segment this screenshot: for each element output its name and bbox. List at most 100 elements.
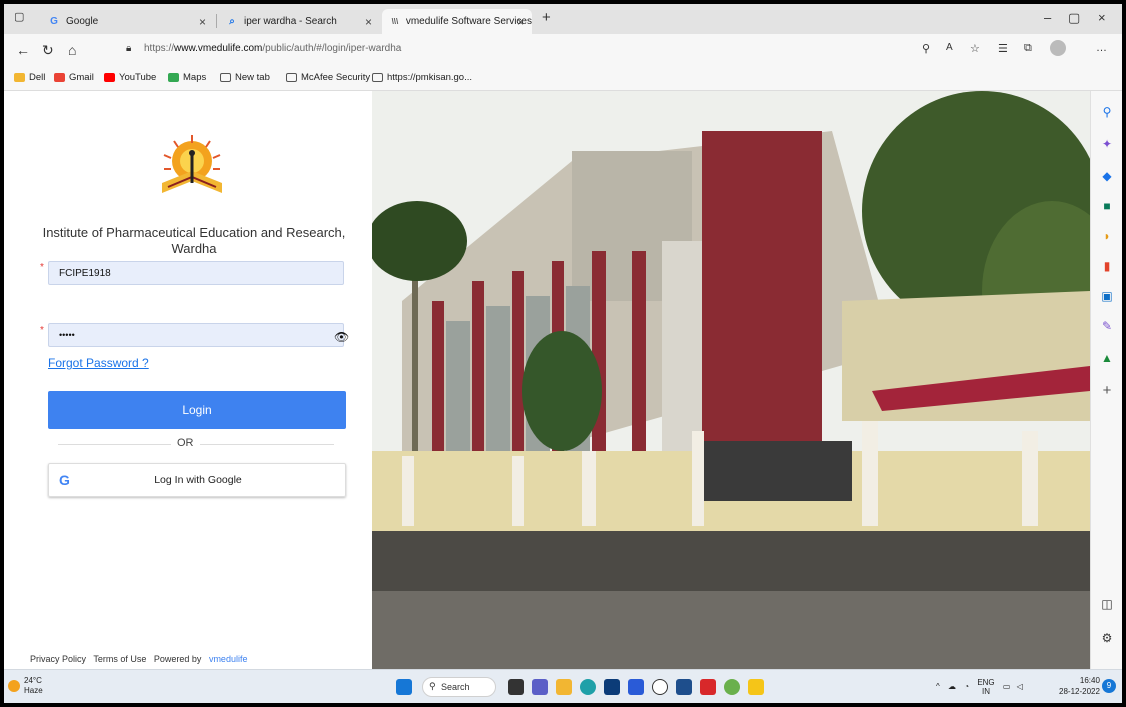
profile-avatar[interactable] <box>1050 40 1066 56</box>
home-icon[interactable]: ⌂ <box>68 42 76 58</box>
dell-icon[interactable] <box>652 679 668 695</box>
password-input[interactable]: ••••• <box>48 323 344 347</box>
app-icon[interactable] <box>676 679 692 695</box>
url-field[interactable]: https://www.vmedulife.com/public/auth/#/… <box>144 43 401 54</box>
close-icon[interactable]: × <box>365 15 372 29</box>
pdf-icon[interactable] <box>700 679 716 695</box>
copilot-icon[interactable]: ✦ <box>1100 137 1114 151</box>
back-icon[interactable]: ← <box>16 42 30 58</box>
required-asterisk: * <box>40 325 44 336</box>
page-icon <box>372 73 383 82</box>
office-icon[interactable]: ▮ <box>1100 259 1114 273</box>
settings-icon[interactable]: ⚙ <box>1100 631 1114 645</box>
bookmark-pmkisan[interactable]: https://pmkisan.go... <box>372 72 472 83</box>
tab-strip: ▢ G Google × ⌕ iper wardha - Search × \\… <box>4 4 1122 34</box>
favorite-icon[interactable]: ☆ <box>970 42 980 55</box>
page-icon <box>220 73 231 82</box>
tab-vmedulife[interactable]: \\\ vmedulife Software Services × <box>382 9 532 34</box>
youtube-icon <box>104 73 115 82</box>
powered-by-text: Powered by vmedulife <box>153 654 248 664</box>
edge-icon[interactable] <box>580 679 596 695</box>
google-login-button[interactable]: G Log In with Google <box>48 463 346 497</box>
taskbar: 24°C Haze ⚲ Search ^ ☁ ◔ ENG IN ▭ ◁ 16:4… <box>4 669 1122 703</box>
notification-badge[interactable]: 9 <box>1102 679 1116 693</box>
sticky-icon[interactable] <box>748 679 764 695</box>
system-tray[interactable]: ^ ☁ ◔ ENG IN ▭ ◁ <box>936 678 1023 696</box>
lock-icon: 🔒︎ <box>126 43 132 54</box>
add-icon[interactable]: + <box>1100 382 1114 399</box>
word-icon[interactable] <box>628 679 644 695</box>
campus-photo <box>372 91 1090 669</box>
institute-logo <box>162 135 222 193</box>
bookmark-youtube[interactable]: YouTube <box>104 72 156 83</box>
weather-icon[interactable] <box>8 680 20 692</box>
network-icon[interactable]: ◔ <box>964 682 969 691</box>
folder-icon <box>14 73 25 82</box>
page-icon <box>286 73 297 82</box>
task-view-icon[interactable] <box>508 679 524 695</box>
vmedulife-link[interactable]: vmedulife <box>209 654 248 664</box>
institute-name: Institute of Pharmaceutical Education an… <box>42 225 346 256</box>
tab-google[interactable]: G Google × <box>40 9 214 34</box>
shopping-icon[interactable]: ◆ <box>1100 169 1114 183</box>
privacy-policy-link[interactable]: Privacy Policy <box>30 654 86 664</box>
tab-search[interactable]: ⌕ iper wardha - Search × <box>218 9 380 34</box>
games-icon[interactable]: ◗ <box>1100 229 1114 243</box>
bookmarks-bar: Dell Gmail YouTube Maps New tab McAfee S… <box>4 66 1122 91</box>
address-bar-row: ← ↻ ⌂ 🔒︎ https://www.vmedulife.com/publi… <box>4 34 1122 66</box>
weather-widget[interactable]: 24°C Haze <box>24 676 43 696</box>
file-explorer-icon[interactable] <box>556 679 572 695</box>
sidebar-layout-icon[interactable]: ◫ <box>1100 597 1114 611</box>
more-icon[interactable]: … <box>1096 42 1107 54</box>
gmail-icon <box>54 73 65 82</box>
volume-icon[interactable]: ◁ <box>1017 682 1023 691</box>
minimize-icon[interactable]: – <box>1044 10 1051 25</box>
store-icon[interactable] <box>604 679 620 695</box>
login-button[interactable]: Login <box>48 391 346 429</box>
google-icon: G <box>50 16 58 27</box>
collections-icon[interactable]: ⧉ <box>1024 42 1032 55</box>
favorites-icon[interactable]: ☰ <box>998 42 1008 55</box>
language-indicator[interactable]: ENG IN <box>977 678 994 696</box>
taskbar-search[interactable]: ⚲ Search <box>422 677 496 697</box>
close-icon[interactable]: × <box>517 15 524 29</box>
photos-icon[interactable] <box>724 679 740 695</box>
tools-icon[interactable]: ■ <box>1100 199 1114 213</box>
or-text: OR <box>171 437 200 449</box>
designer-icon[interactable]: ✎ <box>1100 319 1114 333</box>
search-icon: ⌕ <box>229 16 235 27</box>
restore-icon[interactable]: ▢ <box>1068 10 1080 26</box>
bookmark-gmail[interactable]: Gmail <box>54 72 94 83</box>
bookmark-mcafee[interactable]: McAfee Security <box>286 72 370 83</box>
battery-icon[interactable]: ▭ <box>1003 682 1011 691</box>
clock[interactable]: 16:40 28-12-2022 <box>1059 675 1100 697</box>
close-icon[interactable]: × <box>199 15 206 29</box>
username-input[interactable]: FCIPE1918 <box>48 261 344 285</box>
cloud-icon[interactable]: ☁ <box>948 682 956 691</box>
show-password-icon[interactable]: 👁︎ <box>334 330 349 344</box>
edge-sidebar: ⚲ ✦ ◆ ■ ◗ ▮ ▣ ✎ ▲ + ◫ ⚙ <box>1090 91 1122 669</box>
bookmark-maps[interactable]: Maps <box>168 72 206 83</box>
outlook-icon[interactable]: ▣ <box>1100 289 1114 303</box>
windows-start-icon[interactable] <box>396 679 412 695</box>
tree-icon[interactable]: ▲ <box>1100 351 1114 365</box>
vmedulife-icon: \\\ <box>391 17 399 26</box>
teams-icon[interactable] <box>532 679 548 695</box>
bookmark-new-tab[interactable]: New tab <box>220 72 270 83</box>
bookmark-dell[interactable]: Dell <box>14 72 45 83</box>
search-icon[interactable]: ⚲ <box>1100 105 1114 119</box>
key-icon[interactable]: ⚲ <box>922 42 930 55</box>
terms-link[interactable]: Terms of Use <box>93 654 146 664</box>
browser-window: ▢ G Google × ⌕ iper wardha - Search × \\… <box>4 4 1122 703</box>
login-panel: Institute of Pharmaceutical Education an… <box>4 91 372 669</box>
tab-actions-icon[interactable]: ▢ <box>14 10 24 23</box>
close-window-icon[interactable]: × <box>1098 10 1106 25</box>
forgot-password-link[interactable]: Forgot Password ? <box>48 356 149 370</box>
read-aloud-icon[interactable]: A <box>946 42 953 53</box>
maps-icon <box>168 73 179 82</box>
chevron-up-icon[interactable]: ^ <box>936 682 940 691</box>
search-icon: ⚲ <box>429 681 436 691</box>
required-asterisk: * <box>40 262 44 273</box>
new-tab-icon[interactable]: + <box>542 9 551 26</box>
refresh-icon[interactable]: ↻ <box>42 42 54 59</box>
